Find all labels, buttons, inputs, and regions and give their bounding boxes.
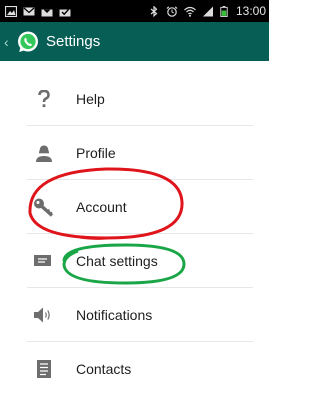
key-icon xyxy=(32,195,56,219)
help-icon xyxy=(32,87,56,111)
settings-list: Help Profile Account Chat settings Notif… xyxy=(0,72,269,396)
menu-item-label: Contacts xyxy=(76,361,132,377)
chat-icon xyxy=(32,249,56,273)
action-bar: ‹ Settings xyxy=(0,22,269,61)
menu-item-label: Profile xyxy=(76,145,116,161)
status-bar: 13:00 xyxy=(0,0,269,22)
menu-item-label: Account xyxy=(76,199,127,215)
wifi-icon xyxy=(184,6,196,17)
menu-item-profile[interactable]: Profile xyxy=(0,126,269,180)
gallery-icon xyxy=(5,5,17,17)
chevron-left-icon[interactable]: ‹ xyxy=(4,34,14,50)
page-title: Settings xyxy=(46,33,101,50)
menu-item-account[interactable]: Account xyxy=(0,180,269,234)
menu-item-contacts[interactable]: Contacts xyxy=(0,342,269,396)
menu-item-label: Help xyxy=(76,91,105,107)
alarm-icon xyxy=(166,5,178,17)
status-time: 13:00 xyxy=(235,4,266,18)
menu-item-chat-settings[interactable]: Chat settings xyxy=(0,234,269,288)
bluetooth-icon xyxy=(150,5,158,17)
profile-icon xyxy=(32,141,56,165)
menu-item-help[interactable]: Help xyxy=(0,72,269,126)
signal-icon xyxy=(202,6,213,16)
menu-item-notifications[interactable]: Notifications xyxy=(0,288,269,342)
whatsapp-logo-icon[interactable] xyxy=(16,30,40,54)
menu-item-label: Chat settings xyxy=(76,253,158,269)
download-check-icon xyxy=(59,8,71,16)
speaker-icon xyxy=(32,303,56,327)
contacts-icon xyxy=(32,357,56,381)
battery-icon xyxy=(220,5,228,17)
download-icon xyxy=(41,5,53,16)
menu-item-label: Notifications xyxy=(76,307,153,323)
mail-icon xyxy=(23,7,35,15)
